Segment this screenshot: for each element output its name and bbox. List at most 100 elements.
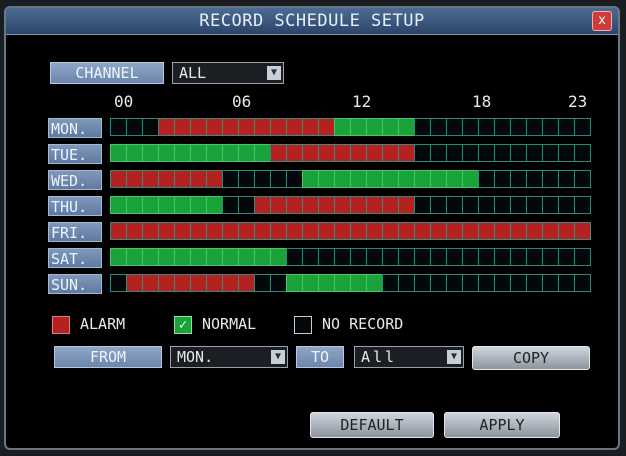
schedule-cell[interactable] bbox=[318, 118, 335, 136]
schedule-cell[interactable] bbox=[126, 196, 143, 214]
schedule-cell[interactable] bbox=[126, 274, 143, 292]
schedule-cell[interactable] bbox=[302, 170, 319, 188]
schedule-cell[interactable] bbox=[302, 118, 319, 136]
schedule-cell[interactable] bbox=[174, 248, 191, 266]
schedule-cell[interactable] bbox=[526, 170, 543, 188]
schedule-cell[interactable] bbox=[398, 144, 415, 162]
schedule-cell[interactable] bbox=[350, 144, 367, 162]
schedule-cell[interactable] bbox=[574, 118, 591, 136]
schedule-cell[interactable] bbox=[302, 144, 319, 162]
schedule-cell[interactable] bbox=[334, 222, 351, 240]
schedule-cell[interactable] bbox=[158, 196, 175, 214]
schedule-cell[interactable] bbox=[350, 248, 367, 266]
schedule-cell[interactable] bbox=[510, 170, 527, 188]
schedule-cell[interactable] bbox=[574, 170, 591, 188]
schedule-cell[interactable] bbox=[366, 118, 383, 136]
schedule-cell[interactable] bbox=[462, 248, 479, 266]
schedule-cell[interactable] bbox=[366, 248, 383, 266]
schedule-cell[interactable] bbox=[446, 222, 463, 240]
schedule-cell[interactable] bbox=[302, 248, 319, 266]
schedule-cell[interactable] bbox=[510, 222, 527, 240]
schedule-cell[interactable] bbox=[494, 170, 511, 188]
schedule-cell[interactable] bbox=[286, 118, 303, 136]
schedule-cell[interactable] bbox=[142, 222, 159, 240]
schedule-cell[interactable] bbox=[382, 196, 399, 214]
schedule-cell[interactable] bbox=[542, 196, 559, 214]
schedule-cell[interactable] bbox=[526, 248, 543, 266]
schedule-cell[interactable] bbox=[222, 196, 239, 214]
schedule-cell[interactable] bbox=[494, 144, 511, 162]
schedule-cell[interactable] bbox=[430, 170, 447, 188]
schedule-cell[interactable] bbox=[462, 196, 479, 214]
schedule-cell[interactable] bbox=[238, 196, 255, 214]
schedule-cell[interactable] bbox=[510, 118, 527, 136]
channel-select[interactable]: ALL ▼ bbox=[172, 62, 284, 84]
schedule-cell[interactable] bbox=[526, 196, 543, 214]
no-record-swatch[interactable] bbox=[294, 316, 312, 334]
schedule-cell[interactable] bbox=[206, 118, 223, 136]
schedule-cell[interactable] bbox=[542, 144, 559, 162]
schedule-cell[interactable] bbox=[398, 222, 415, 240]
schedule-cell[interactable] bbox=[334, 248, 351, 266]
schedule-cell[interactable] bbox=[126, 222, 143, 240]
schedule-cell[interactable] bbox=[382, 118, 399, 136]
schedule-cell[interactable] bbox=[142, 248, 159, 266]
schedule-cell[interactable] bbox=[494, 118, 511, 136]
schedule-cell[interactable] bbox=[430, 144, 447, 162]
schedule-cell[interactable] bbox=[238, 248, 255, 266]
schedule-cell[interactable] bbox=[110, 248, 127, 266]
schedule-cell[interactable] bbox=[222, 248, 239, 266]
schedule-cell[interactable] bbox=[190, 274, 207, 292]
schedule-cell[interactable] bbox=[478, 222, 495, 240]
schedule-cell[interactable] bbox=[574, 248, 591, 266]
schedule-cell[interactable] bbox=[190, 222, 207, 240]
schedule-cell[interactable] bbox=[318, 196, 335, 214]
schedule-cell[interactable] bbox=[110, 170, 127, 188]
normal-swatch[interactable]: ✓ bbox=[174, 316, 192, 334]
default-button[interactable]: DEFAULT bbox=[310, 412, 434, 438]
schedule-cell[interactable] bbox=[350, 274, 367, 292]
schedule-cell[interactable] bbox=[430, 248, 447, 266]
schedule-cell[interactable] bbox=[254, 274, 271, 292]
schedule-cell[interactable] bbox=[126, 118, 143, 136]
schedule-cell[interactable] bbox=[190, 170, 207, 188]
schedule-cell[interactable] bbox=[558, 274, 575, 292]
schedule-cell[interactable] bbox=[462, 222, 479, 240]
schedule-cell[interactable] bbox=[334, 170, 351, 188]
schedule-cell[interactable] bbox=[222, 170, 239, 188]
schedule-cell[interactable] bbox=[446, 248, 463, 266]
alarm-swatch[interactable] bbox=[52, 316, 70, 334]
schedule-cell[interactable] bbox=[462, 170, 479, 188]
schedule-cell[interactable] bbox=[110, 222, 127, 240]
schedule-cell[interactable] bbox=[446, 170, 463, 188]
schedule-cell[interactable] bbox=[270, 144, 287, 162]
schedule-cell[interactable] bbox=[494, 196, 511, 214]
schedule-cell[interactable] bbox=[190, 144, 207, 162]
schedule-cell[interactable] bbox=[126, 248, 143, 266]
schedule-cell[interactable] bbox=[110, 118, 127, 136]
schedule-cell[interactable] bbox=[142, 144, 159, 162]
schedule-cell[interactable] bbox=[510, 248, 527, 266]
schedule-cell[interactable] bbox=[462, 274, 479, 292]
schedule-cell[interactable] bbox=[350, 222, 367, 240]
schedule-cell[interactable] bbox=[174, 196, 191, 214]
schedule-cell[interactable] bbox=[542, 222, 559, 240]
schedule-cell[interactable] bbox=[126, 144, 143, 162]
schedule-cell[interactable] bbox=[398, 248, 415, 266]
schedule-cell[interactable] bbox=[302, 196, 319, 214]
schedule-cell[interactable] bbox=[526, 274, 543, 292]
schedule-cell[interactable] bbox=[526, 222, 543, 240]
copy-from-select[interactable]: MON. ▼ bbox=[170, 346, 288, 368]
schedule-cell[interactable] bbox=[398, 274, 415, 292]
schedule-cell[interactable] bbox=[350, 196, 367, 214]
schedule-cell[interactable] bbox=[190, 196, 207, 214]
schedule-cell[interactable] bbox=[318, 248, 335, 266]
schedule-cell[interactable] bbox=[478, 144, 495, 162]
schedule-cell[interactable] bbox=[478, 248, 495, 266]
schedule-cell[interactable] bbox=[174, 118, 191, 136]
schedule-cell[interactable] bbox=[430, 222, 447, 240]
schedule-cell[interactable] bbox=[142, 196, 159, 214]
schedule-cell[interactable] bbox=[174, 222, 191, 240]
schedule-cell[interactable] bbox=[446, 274, 463, 292]
schedule-cell[interactable] bbox=[494, 248, 511, 266]
